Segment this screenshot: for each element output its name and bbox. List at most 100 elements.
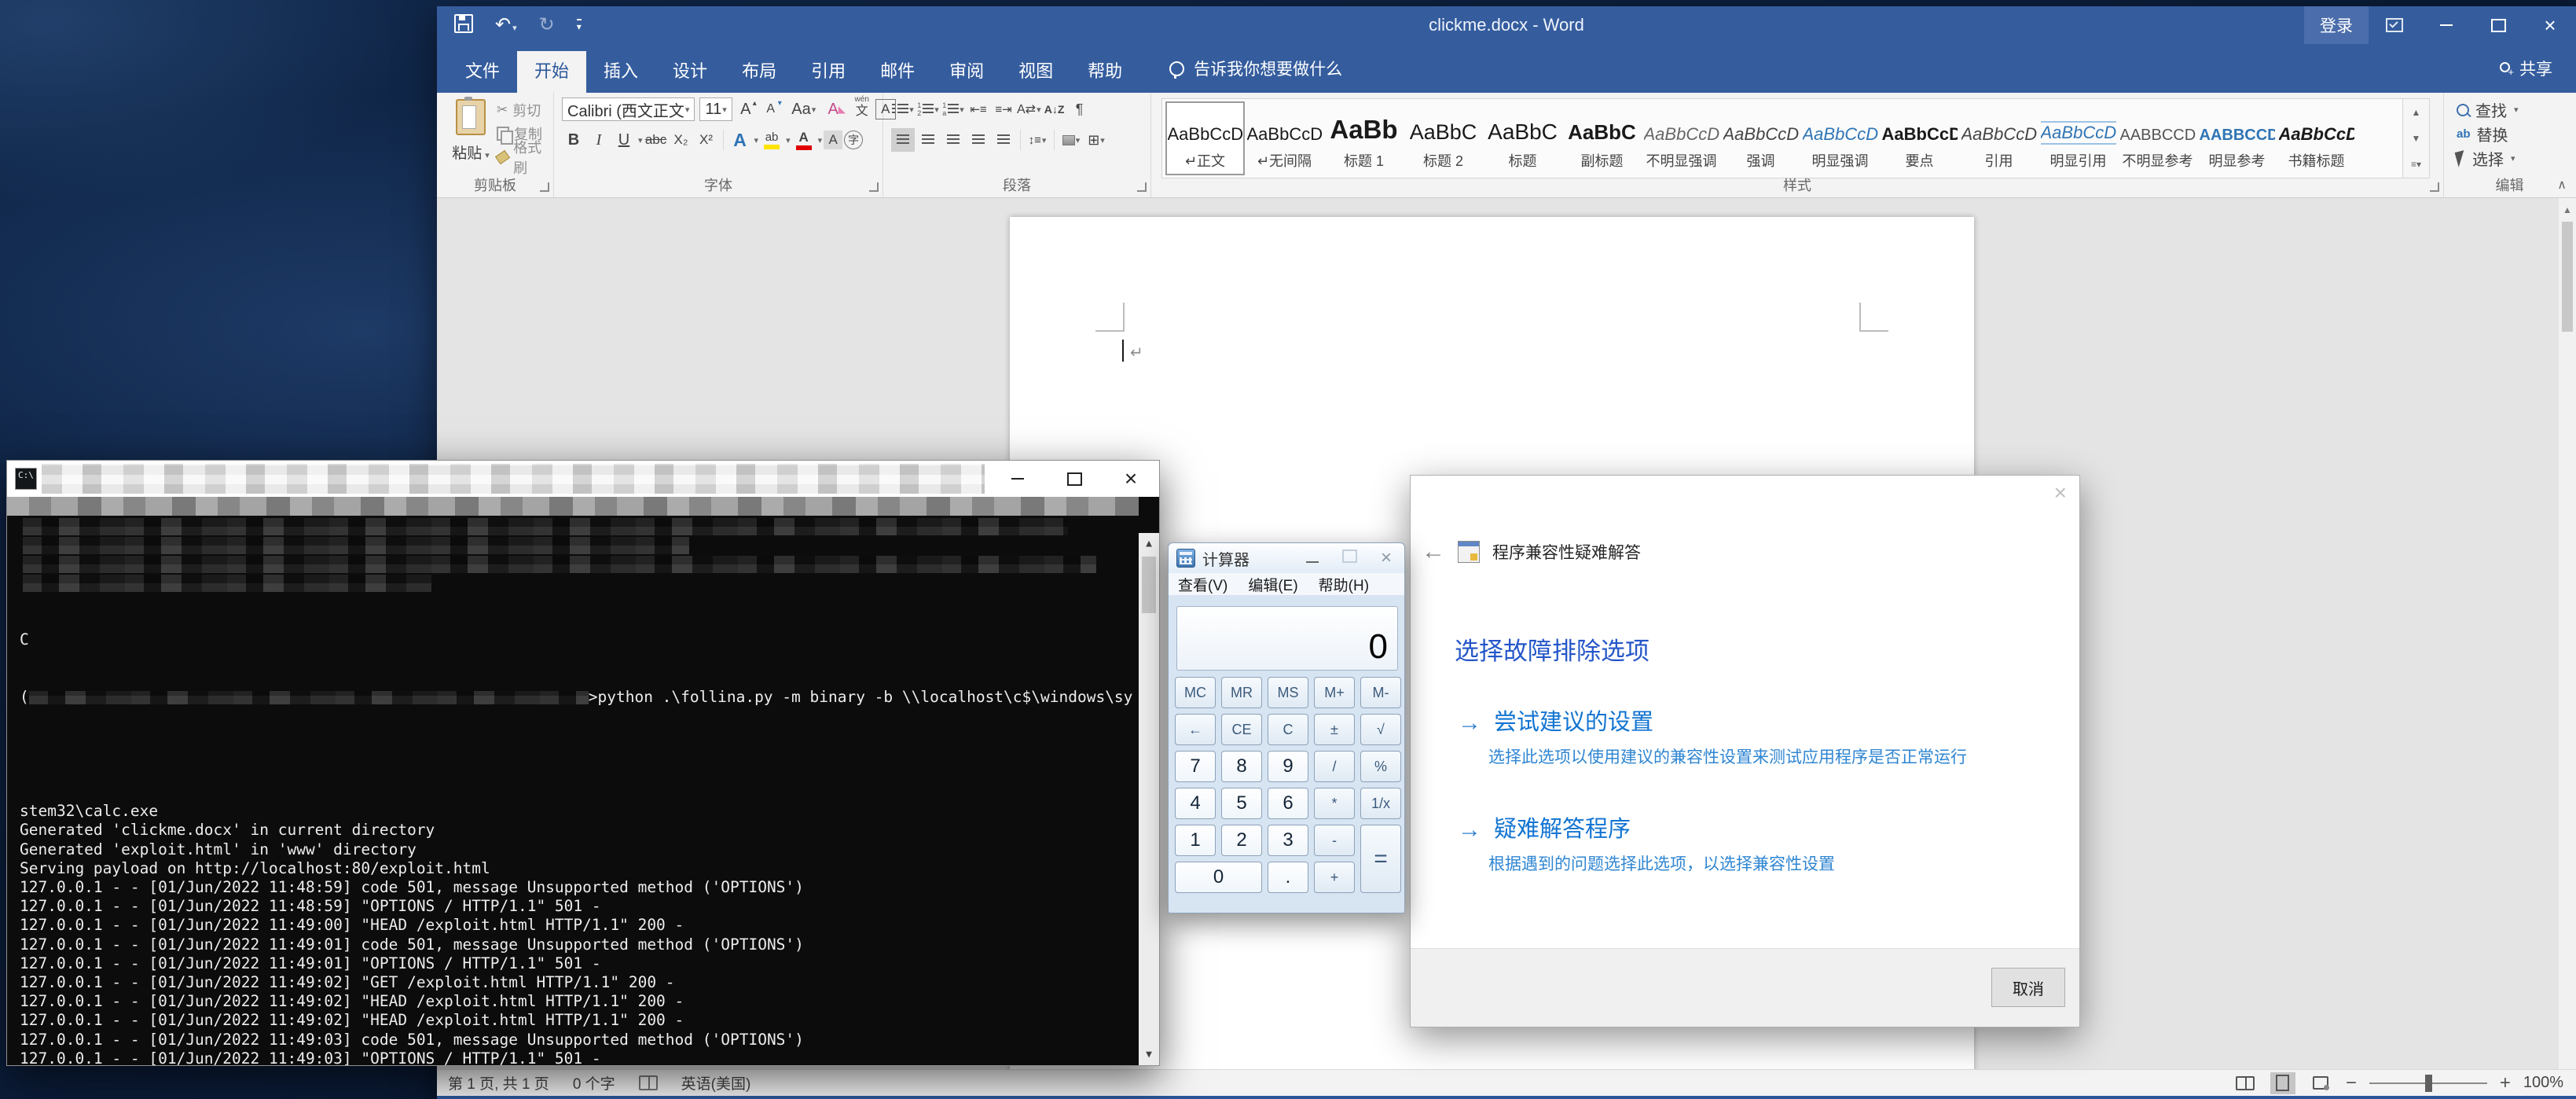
key-plus[interactable]: + — [1314, 862, 1355, 893]
tab-design[interactable]: 设计 — [655, 51, 725, 93]
key-decimal[interactable]: . — [1268, 862, 1308, 893]
style-strong[interactable]: AaBbCcDc 要点 — [1880, 101, 1959, 175]
format-painter-button[interactable]: 格式刷 — [497, 148, 553, 167]
bullets-button[interactable]: ▾ — [891, 97, 915, 121]
key-reciprocal[interactable]: 1/x — [1360, 788, 1401, 819]
undo-button[interactable]: ↶▾ — [495, 16, 517, 35]
page-count-status[interactable]: 第 1 页, 共 1 页 — [448, 1072, 549, 1093]
cut-button[interactable]: ✂剪切 — [497, 101, 553, 119]
font-size-combobox[interactable]: 11▾ — [699, 97, 732, 121]
gallery-down-button[interactable]: ▼ — [2403, 125, 2429, 151]
key-negate[interactable]: ± — [1314, 714, 1355, 745]
key-7[interactable]: 7 — [1175, 751, 1216, 782]
select-button[interactable]: 选择▾ — [2457, 146, 2575, 171]
strikethrough-button[interactable]: abc — [644, 128, 668, 152]
key-divide[interactable]: / — [1314, 751, 1355, 782]
style-quote[interactable]: AaBbCcDa 引用 — [1959, 101, 2038, 175]
font-color-button[interactable]: A — [792, 128, 816, 152]
style-heading-2[interactable]: AaBbC 标题 2 — [1404, 101, 1483, 175]
close-button[interactable]: × — [2054, 482, 2067, 504]
key-minus[interactable]: - — [1314, 825, 1355, 856]
tab-layout[interactable]: 布局 — [725, 51, 794, 93]
customize-qat-button[interactable]: ▾ — [577, 19, 582, 32]
subscript-button[interactable]: X₂ — [670, 128, 693, 152]
close-button[interactable]: × — [2524, 6, 2576, 44]
key-9[interactable]: 9 — [1268, 751, 1308, 782]
collapse-ribbon-button[interactable]: ∧ — [2557, 177, 2567, 193]
key-4[interactable]: 4 — [1175, 788, 1216, 819]
key-mminus[interactable]: M- — [1360, 677, 1401, 708]
key-6[interactable]: 6 — [1268, 788, 1308, 819]
paste-button[interactable]: 粘贴 ▾ — [446, 99, 495, 175]
clipboard-dialog-launcher[interactable] — [540, 182, 549, 192]
highlight-color-button[interactable]: ab — [760, 128, 783, 152]
maximize-button[interactable] — [1342, 550, 1357, 568]
show-marks-button[interactable]: ¶ — [1068, 97, 1092, 121]
redo-button[interactable]: ↻ — [539, 16, 555, 35]
key-5[interactable]: 5 — [1221, 788, 1262, 819]
font-dialog-launcher[interactable] — [869, 182, 879, 192]
align-right-button[interactable] — [941, 128, 965, 152]
cancel-button[interactable]: 取消 — [1991, 968, 2065, 1007]
scroll-up-arrow-icon[interactable]: ▲ — [2559, 204, 2576, 215]
zoom-out-button[interactable]: − — [2346, 1074, 2357, 1093]
key-multiply[interactable]: * — [1314, 788, 1355, 819]
increase-indent-button[interactable]: ≡⇥ — [992, 97, 1015, 121]
zoom-slider[interactable] — [2369, 1082, 2487, 1084]
paragraph-dialog-launcher[interactable] — [1137, 182, 1147, 192]
option-title[interactable]: 尝试建议的设置 — [1494, 710, 1653, 736]
back-button[interactable]: ← — [1422, 540, 1445, 564]
style-subtitle[interactable]: AaBbC 副标题 — [1562, 101, 1642, 175]
minimize-button[interactable] — [2420, 6, 2472, 44]
clear-formatting-button[interactable]: A◣ — [825, 97, 849, 121]
align-left-button[interactable] — [891, 128, 915, 152]
justify-button[interactable] — [967, 128, 990, 152]
change-case-button[interactable]: Aa▾ — [792, 97, 816, 121]
troubleshoot-option[interactable]: → 尝试建议的设置 选择此选项以使用建议的兼容性设置来测试应用程序是否正常运行 — [1458, 710, 1967, 768]
tab-insert[interactable]: 插入 — [586, 51, 655, 93]
style-intense-emphasis[interactable]: AaBbCcDa 明显强调 — [1800, 101, 1880, 175]
replace-button[interactable]: ab替换 — [2457, 122, 2575, 146]
style-subtle-emphasis[interactable]: AaBbCcDa 不明显强调 — [1642, 101, 1721, 175]
style-title[interactable]: AaBbC 标题 — [1483, 101, 1562, 175]
zoom-level[interactable]: 100% — [2523, 1074, 2563, 1092]
styles-dialog-launcher[interactable] — [2430, 182, 2439, 192]
maximize-button[interactable] — [1046, 461, 1103, 497]
key-1[interactable]: 1 — [1175, 825, 1216, 856]
proofing-icon[interactable] — [639, 1075, 658, 1090]
key-clear[interactable]: C — [1268, 714, 1308, 745]
key-3[interactable]: 3 — [1268, 825, 1308, 856]
scrollbar-thumb[interactable] — [1142, 557, 1156, 613]
shrink-font-button[interactable]: A — [759, 97, 783, 121]
scroll-down-arrow-icon[interactable]: ▼ — [1139, 1049, 1159, 1060]
tab-file[interactable]: 文件 — [448, 51, 517, 93]
web-layout-button[interactable] — [2308, 1072, 2333, 1094]
numbering-button[interactable]: 12▾ — [916, 97, 940, 121]
tab-review[interactable]: 审阅 — [932, 51, 1001, 93]
find-button[interactable]: 查找▾ — [2457, 97, 2575, 122]
menu-edit[interactable]: 编辑(E) — [1248, 574, 1297, 595]
key-ms[interactable]: MS — [1268, 677, 1308, 708]
close-button[interactable]: × — [1103, 461, 1159, 497]
terminal-content[interactable]: C (>python .\follina.py -m binary -b \\l… — [7, 497, 1159, 1065]
style-normal[interactable]: AaBbCcDc ↵正文 — [1165, 101, 1245, 175]
character-shading-button[interactable]: A — [824, 130, 842, 149]
key-backspace[interactable]: ← — [1175, 714, 1216, 745]
phonetic-guide-button[interactable]: 文 — [850, 97, 874, 121]
scroll-up-arrow-icon[interactable]: ▲ — [1139, 538, 1159, 550]
enclose-characters-button[interactable]: 字 — [844, 130, 863, 149]
asian-layout-button[interactable]: A⇄▾ — [1017, 97, 1041, 121]
maximize-button[interactable] — [2472, 6, 2524, 44]
word-count-status[interactable]: 0 个字 — [573, 1072, 615, 1093]
key-ce[interactable]: CE — [1221, 714, 1262, 745]
underline-button[interactable]: U — [612, 128, 636, 152]
print-layout-button[interactable] — [2270, 1072, 2295, 1094]
key-sqrt[interactable]: √ — [1360, 714, 1401, 745]
word-vertical-scrollbar[interactable]: ▲ — [2558, 198, 2576, 1069]
tab-mailings[interactable]: 邮件 — [863, 51, 932, 93]
zoom-slider-thumb[interactable] — [2425, 1075, 2432, 1092]
key-2[interactable]: 2 — [1221, 825, 1262, 856]
save-button[interactable] — [454, 14, 473, 37]
tab-view[interactable]: 视图 — [1001, 51, 1070, 93]
key-equals[interactable]: = — [1360, 825, 1401, 893]
